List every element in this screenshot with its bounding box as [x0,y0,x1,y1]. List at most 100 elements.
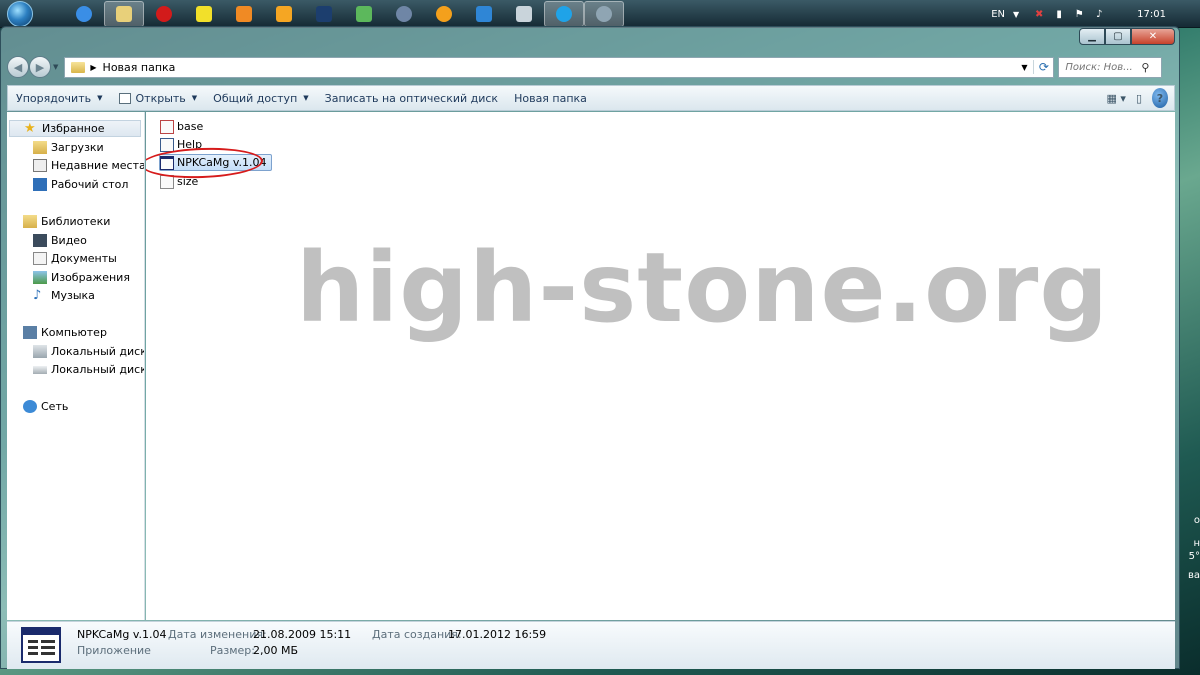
flag-icon[interactable]: ⚑ [1073,8,1085,20]
application-icon [160,155,174,170]
file-name: base [177,120,204,133]
burn-label: Записать на оптический диск [324,91,499,105]
app-yellow-icon [196,5,212,22]
breadcrumb-separator-icon[interactable]: ▶ [90,63,96,72]
taskbar-aimp[interactable] [224,1,264,27]
file-item[interactable]: Help [160,136,202,153]
nav-network[interactable]: Сеть [23,398,68,415]
aimp-icon [236,5,252,22]
details-created-value: 17.01.2012 16:59 [448,628,547,641]
taskbar-opera[interactable] [144,1,184,27]
nav-documents-label: Документы [51,252,117,265]
gadget-char: ва [1187,570,1200,581]
nav-downloads[interactable]: Загрузки [33,139,104,156]
view-controls: ▦ ▾ ▯ ? [1097,88,1168,108]
help-file-icon [160,137,174,152]
start-button[interactable] [0,0,40,28]
desktop-icon [33,178,47,191]
taskbar-player[interactable] [264,1,304,27]
watermark: high-stone.org [296,232,1110,344]
maximize-button[interactable]: ▢ [1105,28,1131,45]
text-file-icon [160,174,174,189]
new-folder-button[interactable]: Новая папка [506,87,595,109]
close-button[interactable]: ✕ [1131,28,1175,45]
tray-expand-icon[interactable]: ▼ [1013,10,1019,19]
nav-documents[interactable]: Документы [33,250,117,267]
taskbar-skype[interactable] [544,0,584,27]
language-indicator[interactable]: EN [991,9,1005,20]
search-icon[interactable]: ⚲ [1141,61,1149,74]
nav-favorites[interactable]: ★ Избранное [9,120,141,137]
back-button[interactable]: ◀ [7,56,29,78]
opera-icon [156,5,172,22]
nav-disk-d[interactable]: Локальный диск (D [33,361,144,378]
nav-music[interactable]: ♪ Музыка [33,287,95,304]
preview-pane-icon[interactable]: ▯ [1136,88,1142,108]
nav-computer[interactable]: Компьютер [23,324,107,341]
gadget-char: н [1193,538,1200,549]
nav-images[interactable]: Изображения [33,269,130,286]
file-item-selected[interactable]: NPKCaMg v.1.04 [159,154,272,171]
forward-arrow-icon: ▶ [35,60,45,74]
share-label: Общий доступ [213,91,298,105]
share-button[interactable]: Общий доступ ▼ [205,87,316,109]
chevron-down-icon: ▼ [303,94,309,102]
open-label: Открыть [135,91,186,105]
taskbar-ie[interactable] [64,1,104,27]
app-orange-icon [436,5,452,22]
window-caption-buttons: ▁ ▢ ✕ [1079,28,1175,45]
navigation-bar: ◀ ▶ ▼ ▶ Новая папка ▼ ⟳ ⚲ [7,54,1175,80]
computer-icon [23,326,37,339]
nav-libraries-label: Библиотеки [41,215,111,228]
taskbar-app-blue[interactable] [464,1,504,27]
file-list: base Help NPKCaMg v.1.04 size high-stone… [146,112,1175,620]
organize-label: Упорядочить [16,91,92,105]
taskbar-calculator[interactable] [504,1,544,27]
file-item[interactable]: base [160,118,203,135]
music-icon: ♪ [33,288,42,303]
file-item[interactable]: size [160,173,198,190]
ie-icon [76,5,92,22]
open-button[interactable]: Открыть ▼ [111,87,206,109]
burn-button[interactable]: Записать на оптический диск [317,87,506,109]
file-name: NPKCaMg v.1.04 [177,156,267,169]
address-bar[interactable]: ▶ Новая папка ▼ ⟳ [64,56,1055,78]
clock[interactable]: 17:01 [1137,9,1166,20]
nav-desktop[interactable]: Рабочий стол [33,176,128,193]
taskbar-app-green[interactable] [344,1,384,27]
folder-icon [71,61,86,73]
taskbar-app-orange[interactable] [424,1,464,27]
search-box[interactable]: ⚲ [1058,56,1163,78]
nav-libraries[interactable]: Библиотеки [23,213,110,230]
disk-icon [33,365,47,374]
view-options-icon[interactable]: ▦ ▾ [1107,88,1126,108]
nav-disk-c[interactable]: Локальный диск (C [33,343,144,360]
nav-video[interactable]: Видео [33,232,87,249]
taskbar-globe[interactable] [384,1,424,27]
help-icon[interactable]: ? [1152,88,1168,108]
organize-button[interactable]: Упорядочить ▼ [8,87,111,109]
recent-pages-dropdown[interactable]: ▼ [53,63,58,71]
volume-icon[interactable]: ♪ [1093,8,1105,20]
nav-video-label: Видео [51,234,87,247]
taskbar-explorer[interactable] [104,0,144,27]
search-input[interactable] [1059,61,1142,73]
nav-favorites-label: Избранное [42,122,105,135]
taskbar-app-yellow[interactable] [184,1,224,27]
forward-button[interactable]: ▶ [29,56,51,78]
open-app-icon [118,92,131,104]
details-modified-label: Дата изменения: [168,628,267,641]
taskbar-photoshop[interactable] [304,1,344,27]
chevron-down-icon: ▼ [97,94,103,102]
refresh-icon[interactable]: ⟳ [1033,60,1053,74]
network-warning-icon[interactable]: ✖ [1033,8,1045,20]
breadcrumb-current[interactable]: Новая папка [103,61,1022,74]
taskbar-pinned-apps [64,0,624,27]
taskbar-app-gray[interactable] [584,0,624,27]
nav-desktop-label: Рабочий стол [51,178,129,191]
power-icon[interactable]: ▮ [1053,8,1065,20]
minimize-button[interactable]: ▁ [1079,28,1105,45]
star-icon: ★ [24,121,36,136]
address-dropdown-icon[interactable]: ▼ [1021,63,1033,72]
nav-recent[interactable]: Недавние места [33,157,144,174]
